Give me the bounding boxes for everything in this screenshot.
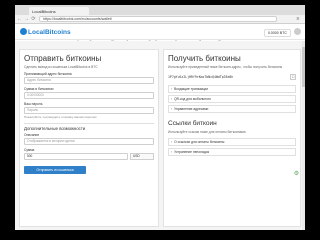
- back-icon[interactable]: ←: [17, 17, 22, 22]
- send-subtitle: Сделать вывод из кошелька LocalBitcoins …: [24, 65, 98, 69]
- page-content: Отправить биткоины Сделать вывод из коше…: [15, 41, 305, 230]
- sum-input[interactable]: 500: [24, 153, 128, 160]
- copy-icon[interactable]: □: [290, 74, 296, 80]
- forward-icon[interactable]: →: [24, 17, 29, 22]
- avatar[interactable]: [294, 28, 301, 35]
- password-input[interactable]: Пароль: [24, 107, 154, 114]
- about-links-toggle[interactable]: › О ссылках для оплаты биткоины: [168, 138, 296, 146]
- links-subtitle: Используйте ссылки ниже для оплаты битко…: [168, 130, 246, 134]
- amount-label: Сумма в биткоинах: [24, 87, 54, 91]
- receive-subtitle: Используйте приведенный ниже биткоин-адр…: [168, 65, 283, 69]
- chevron-right-icon: ›: [171, 97, 173, 101]
- accordion-label: Управление адресами: [174, 107, 209, 111]
- browser-toolbar: ← → ⟳ https://localbitcoins.com/ru/accou…: [15, 15, 305, 24]
- address-bar[interactable]: https://localbitcoins.com/ru/accounts/wa…: [39, 16, 277, 22]
- chevron-right-icon: ›: [171, 87, 173, 91]
- qr-code-toggle[interactable]: › QR-код для мобильного: [168, 95, 296, 103]
- receive-panel: Получить биткоины Используйте приведенны…: [163, 49, 301, 227]
- links-title: Ссылки биткоин: [168, 120, 217, 127]
- settings-icon[interactable]: ⚙: [293, 171, 300, 178]
- browser-tab[interactable]: LocalBitcoins: [29, 7, 89, 15]
- description-input[interactable]: Отображается в истории сделок: [24, 138, 154, 145]
- scrollbar[interactable]: [302, 41, 305, 230]
- password-label: Ваш пароль: [24, 102, 43, 106]
- browser-menu-icon[interactable]: ≡: [295, 16, 301, 22]
- password-hint: Пожалуйста, подтвердите отправку вашим п…: [24, 115, 97, 119]
- accordion-label: О ссылках для оплаты биткоины: [174, 140, 225, 144]
- site-logo[interactable]: LocalBitcoins: [20, 28, 71, 36]
- divider: [24, 123, 154, 124]
- scrollbar-thumb[interactable]: [302, 47, 305, 87]
- browser-window: LocalBitcoins ← → ⟳ https://localbitcoin…: [15, 5, 305, 230]
- chevron-right-icon: ›: [171, 140, 173, 144]
- accordion-label: Устранение неполадок: [174, 150, 210, 154]
- accordion-label: QR-код для мобильного: [174, 97, 211, 101]
- address-label: Принимающий адрес биткоина: [24, 72, 72, 76]
- send-button[interactable]: Отправить из кошелька: [24, 166, 86, 174]
- wallet-balance[interactable]: 0.0000 BTC: [263, 29, 291, 37]
- manage-addresses-toggle[interactable]: › Управление адресами: [168, 105, 296, 113]
- receive-title: Получить биткоины: [168, 54, 241, 63]
- extra-options-title: Дополнительные возможности: [24, 126, 86, 131]
- accordion-label: Входящие транзакции: [174, 87, 209, 91]
- sum-label: Сумма: [24, 148, 35, 152]
- reload-icon[interactable]: ⟳: [31, 17, 36, 22]
- receive-address[interactable]: 1P7gYuSz2LjHRf9rKmx7bNcQ4WdTp3Ee8h: [168, 74, 296, 80]
- tab-strip: LocalBitcoins: [15, 5, 305, 15]
- chevron-right-icon: ›: [171, 107, 173, 111]
- logo-text: LocalBitcoins: [28, 29, 71, 36]
- send-panel: Отправить биткоины Сделать вывод из коше…: [19, 49, 159, 227]
- incoming-transactions-toggle[interactable]: › Входящие транзакции: [168, 85, 296, 93]
- address-input[interactable]: Адрес биткоина: [24, 77, 154, 84]
- logo-icon: [20, 28, 27, 35]
- description-label: Описание: [24, 133, 40, 137]
- amount-input[interactable]: 0.00000000: [24, 92, 154, 99]
- site-header: LocalBitcoins Купить биткоиныПродать бит…: [15, 24, 305, 44]
- chevron-right-icon: ›: [171, 150, 173, 154]
- send-title: Отправить биткоины: [24, 54, 102, 63]
- troubleshooting-toggle[interactable]: › Устранение неполадок: [168, 148, 296, 156]
- currency-select[interactable]: USD: [130, 153, 154, 160]
- video-frame: LocalBitcoins ← → ⟳ https://localbitcoin…: [0, 0, 320, 240]
